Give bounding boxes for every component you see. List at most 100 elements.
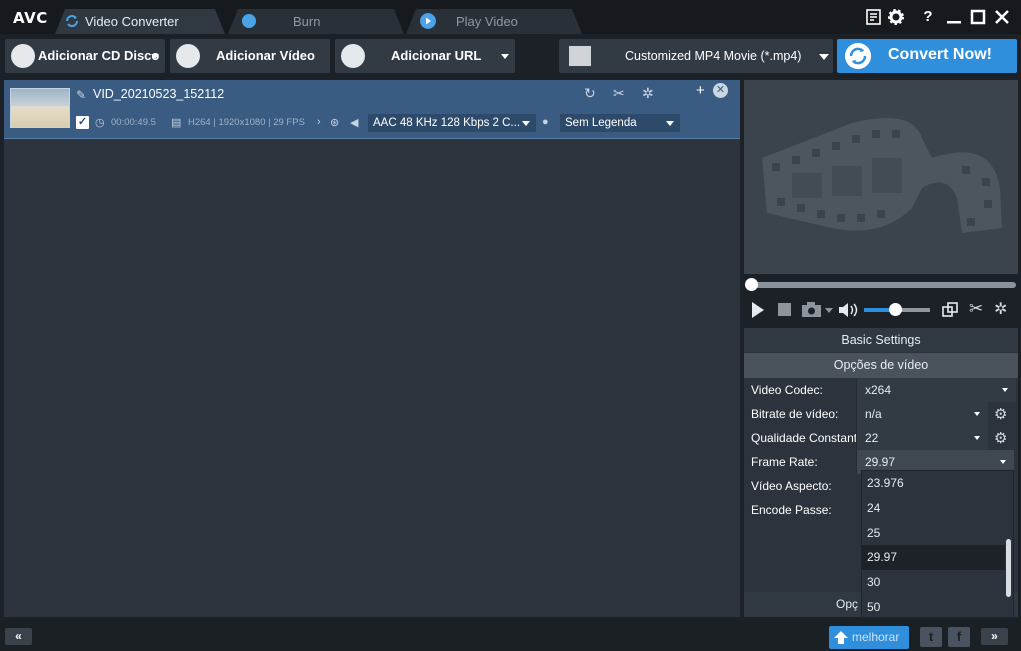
film-reel-icon[interactable]: ⊛ xyxy=(330,116,339,129)
subtitle-select[interactable]: Sem Legenda xyxy=(560,114,680,132)
audio-track-select[interactable]: AAC 48 KHz 128 Kbps 2 C... xyxy=(368,114,536,132)
video-preview xyxy=(744,80,1018,274)
pencil-icon[interactable]: ✎ xyxy=(76,88,86,102)
output-format-select[interactable]: Customized MP4 Movie (*.mp4) xyxy=(559,39,833,73)
add-cd-button[interactable]: Adicionar CD Disco xyxy=(5,39,165,73)
arrow-up-icon xyxy=(834,631,848,644)
help-button[interactable]: ? xyxy=(919,8,937,26)
chevron-down-icon[interactable] xyxy=(825,308,833,313)
chevron-down-icon[interactable] xyxy=(151,54,159,59)
window-controls: ? xyxy=(863,8,1013,28)
refresh-icon xyxy=(845,43,871,69)
setting-label: Qualidade Constant xyxy=(751,431,858,445)
file-row[interactable]: ✎ VID_20210523_152112 ✓ ◷ 00:00:49.5 ▤ H… xyxy=(4,80,740,139)
video-options-header[interactable]: Opções de vídeo xyxy=(744,353,1018,378)
dropdown-option[interactable]: 24 xyxy=(862,496,1005,521)
player-controls: ✂ ✲ xyxy=(744,296,1018,324)
title-bar: AVC Video Converter Burn Play Video ? xyxy=(0,0,1021,34)
gear-icon[interactable]: ⚙ xyxy=(994,405,1007,423)
setting-row-bitrate: Bitrate de vídeo: n/a ⚙ xyxy=(744,402,1018,426)
magic-wand-icon[interactable]: ✲ xyxy=(994,299,1007,319)
gear-icon[interactable] xyxy=(887,8,905,26)
volume-handle[interactable] xyxy=(889,303,902,316)
setting-label: Vídeo Aspecto: xyxy=(751,479,832,493)
setting-label: Encode Passe: xyxy=(751,503,832,517)
file-checkbox[interactable]: ✓ xyxy=(76,116,89,129)
upgrade-button[interactable]: melhorar xyxy=(829,626,909,649)
film-icon xyxy=(569,46,591,66)
chevron-down-icon xyxy=(666,121,674,126)
film-add-icon xyxy=(176,44,200,68)
tab-label: Burn xyxy=(293,14,321,29)
dropdown-option-selected[interactable]: 29.97 xyxy=(862,545,1005,570)
format-label: Customized MP4 Movie (*.mp4) xyxy=(625,49,802,63)
file-name[interactable]: VID_20210523_152112 xyxy=(93,87,224,101)
basic-settings-header[interactable]: Basic Settings xyxy=(744,328,1018,352)
magic-wand-icon[interactable]: ✲ xyxy=(642,85,654,102)
seek-bar[interactable] xyxy=(744,274,1018,296)
add-video-button[interactable]: Adicionar Vídeo xyxy=(170,39,330,73)
close-icon[interactable] xyxy=(993,8,1011,26)
expand-button[interactable]: » xyxy=(981,628,1008,645)
tab-video-converter[interactable]: Video Converter xyxy=(55,9,225,34)
chevron-down-icon xyxy=(974,412,980,416)
rotate-icon[interactable]: ↻ xyxy=(584,85,596,102)
film-strip-icon: ▤ xyxy=(171,117,182,129)
chevron-down-icon[interactable] xyxy=(819,54,829,60)
copy-icon[interactable] xyxy=(942,302,958,318)
chevron-down-icon xyxy=(1000,460,1006,464)
speaker-icon: ◀ xyxy=(350,117,359,129)
add-video-label: Adicionar Vídeo xyxy=(216,48,315,63)
list-menu-icon[interactable] xyxy=(865,8,883,26)
maximize-icon[interactable] xyxy=(969,8,987,26)
frame-rate-dropdown[interactable]: 23.976 24 25 29.97 30 50 xyxy=(861,470,1014,618)
setting-value: 22 xyxy=(865,431,879,445)
camera-icon[interactable] xyxy=(802,302,822,318)
setting-value: n/a xyxy=(865,407,882,421)
seek-track[interactable] xyxy=(748,282,1016,288)
setting-label: Video Codec: xyxy=(751,383,823,397)
seek-handle[interactable] xyxy=(745,278,758,291)
app-logo: AVC xyxy=(13,9,48,27)
convert-now-button[interactable]: Convert Now! xyxy=(837,39,1017,73)
dropdown-option[interactable]: 30 xyxy=(862,570,1005,595)
chevron-down-icon xyxy=(1002,388,1008,392)
facebook-icon[interactable]: f xyxy=(948,627,970,647)
setting-value: 29.97 xyxy=(865,455,896,469)
tab-burn[interactable]: Burn xyxy=(228,9,404,34)
bitrate-select[interactable]: n/a xyxy=(856,402,988,426)
volume-icon[interactable] xyxy=(839,302,861,318)
dropdown-option[interactable]: 25 xyxy=(862,521,1005,546)
file-list[interactable]: ✎ VID_20210523_152112 ✓ ◷ 00:00:49.5 ▤ H… xyxy=(4,80,740,617)
setting-label: Frame Rate: xyxy=(751,455,818,469)
tab-label: Play Video xyxy=(456,14,518,29)
scissors-icon[interactable]: ✂ xyxy=(969,299,983,319)
quality-select[interactable]: 22 xyxy=(856,426,988,450)
duration: 00:00:49.5 xyxy=(111,117,156,128)
setting-row-quality: Qualidade Constant 22 ⚙ xyxy=(744,426,1018,450)
video-thumbnail xyxy=(10,88,70,128)
add-cd-label: Adicionar CD Disco xyxy=(38,48,160,63)
dropdown-option[interactable]: 23.976 xyxy=(862,471,1005,496)
video-codec-select[interactable]: x264 xyxy=(856,378,1016,402)
setting-value: x264 xyxy=(865,383,892,397)
audio-track-label: AAC 48 KHz 128 Kbps 2 C... xyxy=(373,117,521,129)
close-circle-icon[interactable]: ✕ xyxy=(713,83,728,98)
chevron-down-icon[interactable] xyxy=(501,54,509,59)
collapse-button[interactable]: « xyxy=(5,628,32,645)
speech-bubble-icon: ● xyxy=(542,116,549,128)
tab-label: Video Converter xyxy=(85,14,179,29)
disc-icon xyxy=(242,14,256,28)
add-url-button[interactable]: Adicionar URL xyxy=(335,39,515,73)
minimize-icon[interactable] xyxy=(945,8,963,26)
stop-icon[interactable] xyxy=(778,303,791,316)
dropdown-scrollbar[interactable] xyxy=(1006,539,1011,597)
gear-icon[interactable]: ⚙ xyxy=(994,429,1007,447)
play-icon[interactable] xyxy=(751,302,765,318)
tab-play-video[interactable]: Play Video xyxy=(406,9,582,34)
scissors-icon[interactable]: ✂ xyxy=(613,85,625,102)
plus-icon[interactable]: + xyxy=(696,82,705,99)
clock-icon: ◷ xyxy=(95,117,105,129)
dropdown-option[interactable]: 50 xyxy=(862,595,1005,617)
twitter-icon[interactable]: t xyxy=(920,627,942,647)
